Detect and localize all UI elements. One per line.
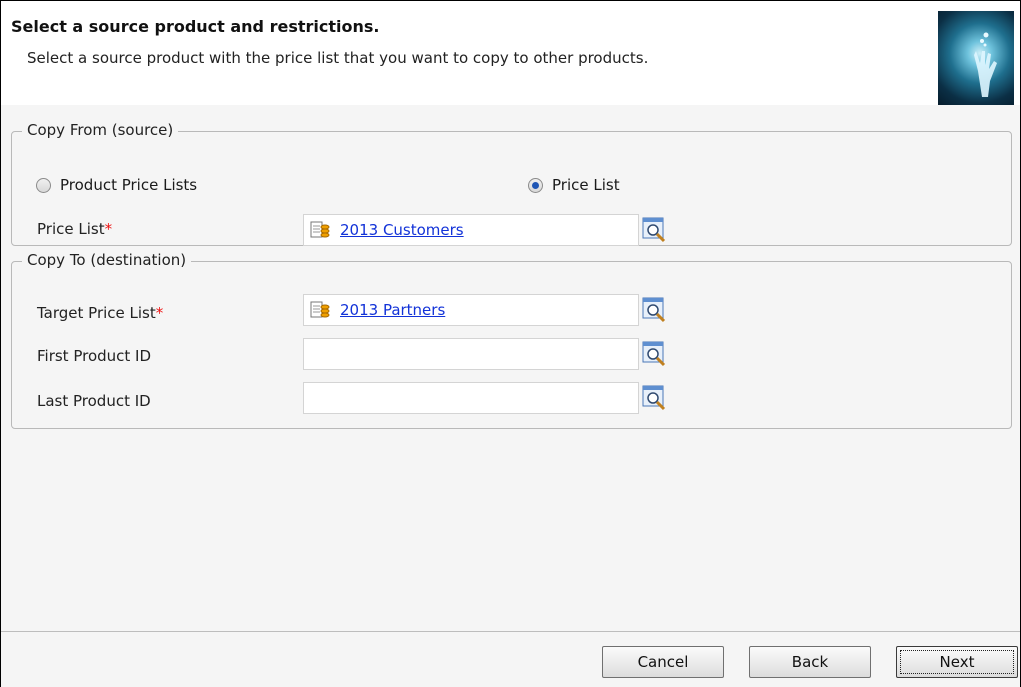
price-list-radio[interactable]: [528, 177, 543, 193]
product-price-lists-option[interactable]: Product Price Lists: [36, 176, 197, 194]
back-button[interactable]: Back: [749, 646, 871, 678]
price-list-record-icon: [310, 301, 330, 318]
wizard-dialog: Select a source product and restrictions…: [0, 0, 1021, 687]
price-list-lookup[interactable]: 2013 Customers: [303, 214, 666, 246]
price-list-option[interactable]: Price List: [528, 176, 620, 194]
target-price-list-label: Target Price List*: [37, 304, 163, 322]
target-price-list-label-text: Target Price List: [37, 304, 156, 322]
lookup-magnifier-icon[interactable]: [642, 341, 668, 367]
lookup-magnifier-icon[interactable]: [642, 385, 668, 411]
copy-to-group: Copy To (destination) Target Price List*…: [11, 251, 1012, 429]
lookup-magnifier-icon[interactable]: [642, 297, 668, 323]
price-list-label: Price List*: [37, 220, 112, 238]
lookup-magnifier-icon[interactable]: [642, 217, 668, 243]
next-button[interactable]: Next: [896, 646, 1018, 678]
price-list-option-label: Price List: [552, 176, 620, 194]
copy-to-legend: Copy To (destination): [22, 251, 192, 269]
wizard-footer: Cancel Back Next: [1, 631, 1020, 687]
target-price-list-value-link[interactable]: 2013 Partners: [340, 301, 445, 319]
first-product-id-lookup[interactable]: [303, 338, 666, 370]
header-subtitle: Select a source product with the price l…: [27, 49, 649, 67]
required-marker: *: [104, 220, 113, 238]
price-list-record-icon: [310, 221, 330, 238]
price-list-label-text: Price List: [37, 220, 105, 238]
header-title: Select a source product and restrictions…: [11, 17, 380, 36]
required-marker: *: [155, 304, 164, 322]
cancel-button[interactable]: Cancel: [602, 646, 724, 678]
product-price-lists-radio[interactable]: [36, 177, 51, 193]
copy-from-legend: Copy From (source): [22, 121, 179, 139]
wizard-hand-icon: [938, 11, 1014, 105]
copy-from-group: Copy From (source) Product Price Lists P…: [11, 121, 1012, 246]
product-price-lists-label: Product Price Lists: [60, 176, 198, 194]
price-list-value-link[interactable]: 2013 Customers: [340, 221, 464, 239]
last-product-id-lookup[interactable]: [303, 382, 666, 414]
wizard-body: Copy From (source) Product Price Lists P…: [1, 105, 1020, 631]
first-product-id-label: First Product ID: [37, 347, 152, 365]
last-product-id-label: Last Product ID: [37, 392, 151, 410]
target-price-list-lookup[interactable]: 2013 Partners: [303, 294, 666, 326]
wizard-header: Select a source product and restrictions…: [1, 1, 1020, 106]
